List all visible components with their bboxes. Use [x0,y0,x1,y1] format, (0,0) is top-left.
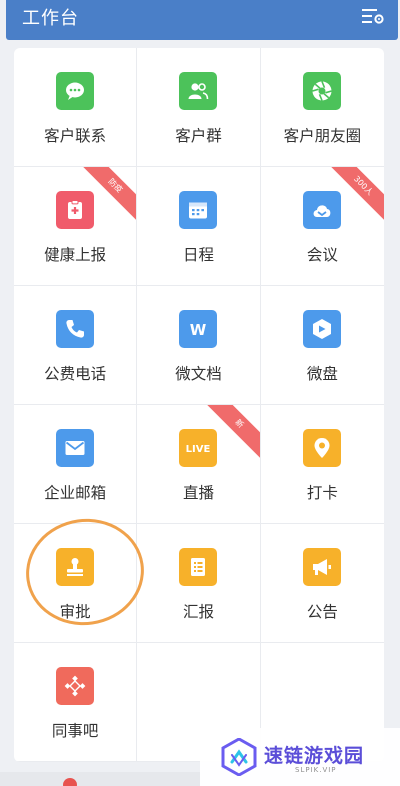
app-label: 健康上报 [44,246,107,264]
phone-icon [56,310,95,348]
megaphone-icon [303,548,342,586]
app-grid: 客户联系 客户群 客户朋友圈健康上报 防疫日程 会议 300人公费电话 W 微文档 微盘企业邮箱… [14,48,384,762]
app-tile-checkin[interactable]: 打卡 [260,405,384,524]
chat-bubble-icon [56,72,95,110]
aperture-icon [303,72,342,110]
app-tile-meeting[interactable]: 会议 300人 [260,167,384,286]
report-list-icon [179,548,218,586]
app-tile-public-phone[interactable]: 公费电话 [14,286,138,405]
watermark: 速链游戏园 SLPIK.VIP [200,728,400,786]
app-label: 企业邮箱 [44,484,107,502]
app-label: 日程 [182,246,214,264]
app-tile-schedule[interactable]: 日程 [137,167,261,286]
bottom-tab-strip [0,772,200,786]
app-label: 打卡 [306,484,338,502]
app-label: 微盘 [306,365,338,383]
app-label: 公告 [306,603,338,621]
filter-settings-icon[interactable] [362,7,384,25]
app-tile-colleague-bar[interactable]: 同事吧 [14,643,138,762]
app-tile-approval[interactable]: 审批 [14,524,138,643]
svg-text:W: W [190,321,207,339]
app-grid-card: 客户联系 客户群 客户朋友圈健康上报 防疫日程 会议 300人公费电话 W 微文档 微盘企业邮箱… [14,48,384,762]
app-tile-health-report[interactable]: 健康上报 防疫 [14,167,138,286]
app-label: 汇报 [182,603,214,621]
app-label: 客户群 [175,127,222,145]
app-label: 客户联系 [44,127,107,145]
app-tile-live[interactable]: LIVE 直播新 [137,405,261,524]
cloud-icon [303,191,342,229]
page-title: 工作台 [22,8,79,29]
clipboard-plus-icon [56,191,95,229]
app-label: 客户朋友圈 [283,127,362,145]
watermark-logo-icon [221,738,257,776]
app-label: 公费电话 [44,365,107,383]
envelope-icon [56,429,95,467]
document-w-icon: W [179,310,218,348]
app-label: 直播 [182,484,214,502]
diamond-dots-icon [56,667,95,705]
app-label: 同事吧 [51,722,99,740]
app-tile-report[interactable]: 汇报 [137,524,261,643]
drive-icon [303,310,342,348]
notification-dot [63,778,77,786]
app-label: 微文档 [175,365,222,383]
location-pin-icon [303,429,342,467]
watermark-text: 速链游戏园 [264,745,365,767]
calendar-icon [179,191,218,229]
app-header: 工作台 [6,0,398,40]
app-tile-customer-group[interactable]: 客户群 [137,48,261,167]
app-label: 会议 [306,246,338,264]
app-tile-customer-contact[interactable]: 客户联系 [14,48,138,167]
app-tile-customer-moments[interactable]: 客户朋友圈 [260,48,384,167]
live-icon: LIVE [179,429,218,467]
group-contacts-icon [179,72,218,110]
app-tile-docs[interactable]: W 微文档 [137,286,261,405]
app-tile-announcement[interactable]: 公告 [260,524,384,643]
watermark-subtext: SLPIK.VIP [295,766,337,774]
app-label: 审批 [59,603,91,621]
app-tile-drive[interactable]: 微盘 [260,286,384,405]
app-tile-mail[interactable]: 企业邮箱 [14,405,138,524]
stamp-icon [56,548,95,586]
svg-text:LIVE: LIVE [186,444,210,455]
